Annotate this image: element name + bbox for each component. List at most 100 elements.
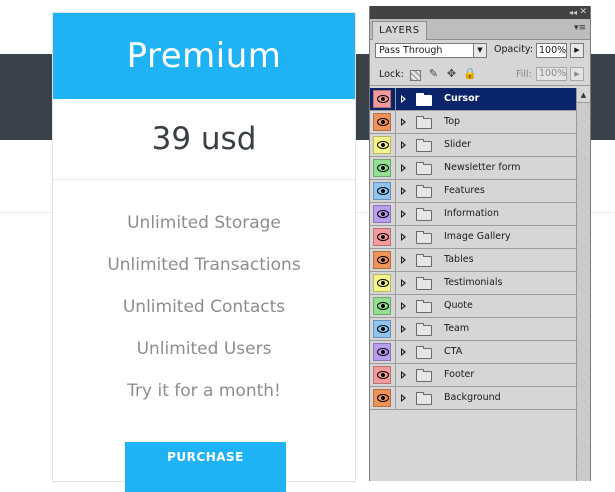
layer-divider: [395, 203, 396, 225]
expand-triangle-icon[interactable]: [401, 302, 406, 310]
folder-icon: [416, 323, 432, 336]
layer-row[interactable]: Newsletter form: [370, 157, 576, 180]
expand-triangle-icon[interactable]: [401, 164, 406, 172]
layer-divider: [395, 111, 396, 133]
folder-icon: [416, 185, 432, 198]
pricing-card: Premium 39 usd Unlimited Storage Unlimit…: [52, 12, 356, 492]
folder-icon: [416, 369, 432, 382]
expand-triangle-icon[interactable]: [401, 279, 406, 287]
lock-transparent-pixels-icon[interactable]: [410, 70, 421, 81]
dropdown-arrow-icon[interactable]: ▼: [473, 44, 486, 57]
folder-icon: [416, 300, 432, 313]
visibility-eye-icon[interactable]: [373, 136, 391, 154]
folder-icon: [416, 277, 432, 290]
expand-triangle-icon[interactable]: [401, 348, 406, 356]
expand-triangle-icon[interactable]: [401, 233, 406, 241]
expand-triangle-icon[interactable]: [401, 95, 406, 103]
layer-name: Top: [444, 116, 461, 127]
blend-mode-value: Pass Through: [379, 45, 443, 56]
fill-label: Fill:: [516, 69, 532, 80]
visibility-eye-icon[interactable]: [373, 90, 391, 108]
feature-item: Unlimited Storage: [127, 213, 281, 233]
expand-triangle-icon[interactable]: [401, 256, 406, 264]
expand-triangle-icon[interactable]: [401, 210, 406, 218]
layer-row[interactable]: Top: [370, 111, 576, 134]
blend-mode-select[interactable]: Pass Through ▼: [375, 43, 487, 58]
layer-divider: [395, 249, 396, 271]
visibility-eye-icon[interactable]: [373, 320, 391, 338]
feature-item: Try it for a month!: [127, 381, 281, 401]
opacity-slider-arrow-icon[interactable]: ▶: [570, 43, 584, 58]
visibility-eye-icon[interactable]: [373, 366, 391, 384]
visibility-eye-icon[interactable]: [373, 205, 391, 223]
panel-menu-icon[interactable]: ▾≡: [574, 23, 586, 33]
visibility-eye-icon[interactable]: [373, 389, 391, 407]
layer-name: Background: [444, 392, 501, 403]
feature-item: Unlimited Users: [136, 339, 272, 359]
visibility-eye-icon[interactable]: [373, 228, 391, 246]
expand-triangle-icon[interactable]: [401, 325, 406, 333]
fill-slider-arrow-icon[interactable]: ▶: [570, 67, 584, 81]
layer-row[interactable]: Team: [370, 318, 576, 341]
fill-field[interactable]: 100%: [536, 67, 567, 81]
lock-row: Lock: ✎ ✥ 🔒 Fill: 100% ▶: [370, 63, 590, 86]
layer-row[interactable]: Testimonials: [370, 272, 576, 295]
expand-triangle-icon[interactable]: [401, 141, 406, 149]
layers-list: Cursor Top Slider Newsletter form Features In…: [370, 88, 576, 481]
panel-titlebar: ◂◂ ✕: [370, 6, 590, 19]
layer-row[interactable]: Slider: [370, 134, 576, 157]
layer-row[interactable]: Quote: [370, 295, 576, 318]
layer-divider: [395, 295, 396, 317]
tab-layers[interactable]: LAYERS: [372, 21, 427, 40]
scroll-up-icon[interactable]: ▲: [577, 88, 590, 103]
folder-icon: [416, 208, 432, 221]
layer-name: Image Gallery: [444, 231, 511, 242]
layer-row[interactable]: Background: [370, 387, 576, 410]
expand-triangle-icon[interactable]: [401, 187, 406, 195]
lock-image-pixels-icon[interactable]: ✎: [427, 67, 440, 80]
layer-row[interactable]: Tables: [370, 249, 576, 272]
layer-name: Cursor: [444, 93, 480, 104]
folder-icon: [416, 116, 432, 129]
visibility-eye-icon[interactable]: [373, 343, 391, 361]
layer-divider: [395, 318, 396, 340]
layer-divider: [395, 134, 396, 156]
plan-price: 39 usd: [53, 99, 355, 180]
lock-all-icon[interactable]: 🔒: [463, 67, 477, 80]
visibility-eye-icon[interactable]: [373, 297, 391, 315]
visibility-eye-icon[interactable]: [373, 274, 391, 292]
visibility-eye-icon[interactable]: [373, 159, 391, 177]
folder-icon: [416, 392, 432, 405]
visibility-eye-icon[interactable]: [373, 113, 391, 131]
layer-name: Testimonials: [444, 277, 503, 288]
expand-triangle-icon[interactable]: [401, 394, 406, 402]
expand-triangle-icon[interactable]: [401, 371, 406, 379]
layer-name: Quote: [444, 300, 473, 311]
folder-icon: [416, 93, 432, 106]
lock-position-icon[interactable]: ✥: [445, 67, 458, 80]
opacity-field[interactable]: 100%: [536, 43, 567, 58]
expand-triangle-icon[interactable]: [401, 118, 406, 126]
purchase-button[interactable]: PURCHASE: [125, 442, 286, 492]
lock-label: Lock:: [379, 69, 404, 80]
close-icon[interactable]: ✕: [579, 7, 587, 18]
layer-row[interactable]: CTA: [370, 341, 576, 364]
collapse-icon[interactable]: ◂◂: [569, 7, 577, 18]
layer-row[interactable]: Features: [370, 180, 576, 203]
layer-divider: [395, 157, 396, 179]
layer-divider: [395, 180, 396, 202]
blend-mode-row: Pass Through ▼ Opacity: 100% ▶: [370, 40, 590, 63]
layer-name: Features: [444, 185, 485, 196]
layer-row[interactable]: Cursor: [370, 88, 576, 111]
layer-row[interactable]: Image Gallery: [370, 226, 576, 249]
layer-name: Newsletter form: [444, 162, 521, 173]
layer-name: CTA: [444, 346, 463, 357]
visibility-eye-icon[interactable]: [373, 182, 391, 200]
layer-row[interactable]: Information: [370, 203, 576, 226]
layer-name: Information: [444, 208, 499, 219]
layer-row[interactable]: Footer: [370, 364, 576, 387]
visibility-eye-icon[interactable]: [373, 251, 391, 269]
layer-divider: [395, 226, 396, 248]
panel-tabbar: LAYERS ▾≡: [370, 19, 590, 40]
layers-scrollbar[interactable]: ▲: [576, 88, 590, 481]
